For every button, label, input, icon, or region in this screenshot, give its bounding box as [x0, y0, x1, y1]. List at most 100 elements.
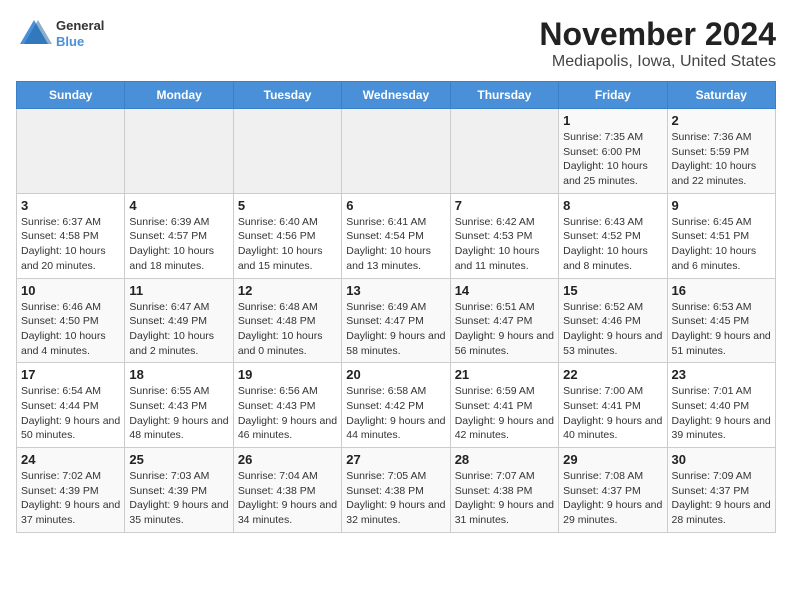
calendar-cell: 1 Sunrise: 7:35 AM Sunset: 6:00 PM Daylig… [559, 109, 667, 194]
day-info: Sunrise: 7:09 AM Sunset: 4:37 PM Dayligh… [672, 469, 771, 528]
day-info: Sunrise: 7:07 AM Sunset: 4:38 PM Dayligh… [455, 469, 554, 528]
day-number: 22 [563, 367, 662, 382]
day-info: Sunrise: 6:45 AM Sunset: 4:51 PM Dayligh… [672, 215, 771, 274]
calendar-week-row: 1 Sunrise: 7:35 AM Sunset: 6:00 PM Daylig… [17, 109, 776, 194]
calendar-cell [125, 109, 233, 194]
day-info: Sunrise: 6:58 AM Sunset: 4:42 PM Dayligh… [346, 384, 445, 443]
calendar-cell: 26 Sunrise: 7:04 AM Sunset: 4:38 PM Dayli… [233, 448, 341, 533]
day-info: Sunrise: 7:05 AM Sunset: 4:38 PM Dayligh… [346, 469, 445, 528]
page-title: November 2024 [539, 16, 776, 53]
weekday-label: Thursday [450, 82, 558, 109]
calendar-cell: 19 Sunrise: 6:56 AM Sunset: 4:43 PM Dayli… [233, 363, 341, 448]
day-info: Sunrise: 7:08 AM Sunset: 4:37 PM Dayligh… [563, 469, 662, 528]
calendar-cell: 17Sunrise: 6:54 AM Sunset: 4:44 PM Dayli… [17, 363, 125, 448]
calendar-cell: 16 Sunrise: 6:53 AM Sunset: 4:45 PM Dayli… [667, 278, 775, 363]
day-number: 7 [455, 198, 554, 213]
day-info: Sunrise: 6:48 AM Sunset: 4:48 PM Dayligh… [238, 300, 337, 359]
calendar-cell: 3Sunrise: 6:37 AM Sunset: 4:58 PM Daylig… [17, 193, 125, 278]
page-header: General Blue November 2024 Mediapolis, I… [16, 16, 776, 71]
day-number: 2 [672, 113, 771, 128]
day-number: 30 [672, 452, 771, 467]
day-info: Sunrise: 6:56 AM Sunset: 4:43 PM Dayligh… [238, 384, 337, 443]
calendar-cell: 5 Sunrise: 6:40 AM Sunset: 4:56 PM Daylig… [233, 193, 341, 278]
calendar-cell: 28 Sunrise: 7:07 AM Sunset: 4:38 PM Dayli… [450, 448, 558, 533]
day-number: 13 [346, 283, 445, 298]
day-number: 26 [238, 452, 337, 467]
day-info: Sunrise: 6:42 AM Sunset: 4:53 PM Dayligh… [455, 215, 554, 274]
calendar-cell [342, 109, 450, 194]
day-number: 1 [563, 113, 662, 128]
title-block: November 2024 Mediapolis, Iowa, United S… [539, 16, 776, 71]
day-info: Sunrise: 6:47 AM Sunset: 4:49 PM Dayligh… [129, 300, 228, 359]
day-info: Sunrise: 6:43 AM Sunset: 4:52 PM Dayligh… [563, 215, 662, 274]
calendar-cell: 29 Sunrise: 7:08 AM Sunset: 4:37 PM Dayli… [559, 448, 667, 533]
day-info: Sunrise: 6:53 AM Sunset: 4:45 PM Dayligh… [672, 300, 771, 359]
weekday-label: Wednesday [342, 82, 450, 109]
weekday-label: Tuesday [233, 82, 341, 109]
day-number: 28 [455, 452, 554, 467]
day-number: 27 [346, 452, 445, 467]
calendar-cell: 7 Sunrise: 6:42 AM Sunset: 4:53 PM Daylig… [450, 193, 558, 278]
calendar-week-row: 10 Sunrise: 6:46 AM Sunset: 4:50 PM Dayli… [17, 278, 776, 363]
day-info: Sunrise: 6:55 AM Sunset: 4:43 PM Dayligh… [129, 384, 228, 443]
calendar-cell: 2 Sunrise: 7:36 AM Sunset: 5:59 PM Daylig… [667, 109, 775, 194]
weekday-label: Saturday [667, 82, 775, 109]
day-number: 12 [238, 283, 337, 298]
weekday-header-row: SundayMondayTuesdayWednesdayThursdayFrid… [17, 82, 776, 109]
calendar-cell: 12 Sunrise: 6:48 AM Sunset: 4:48 PM Dayli… [233, 278, 341, 363]
calendar-body: 1 Sunrise: 7:35 AM Sunset: 6:00 PM Daylig… [17, 109, 776, 533]
calendar-cell: 8 Sunrise: 6:43 AM Sunset: 4:52 PM Daylig… [559, 193, 667, 278]
day-number: 10 [21, 283, 120, 298]
logo-line1: General [56, 18, 104, 34]
day-number: 8 [563, 198, 662, 213]
calendar-week-row: 24 Sunrise: 7:02 AM Sunset: 4:39 PM Dayli… [17, 448, 776, 533]
day-info: Sunrise: 6:40 AM Sunset: 4:56 PM Dayligh… [238, 215, 337, 274]
day-number: 29 [563, 452, 662, 467]
day-info: Sunrise: 6:51 AM Sunset: 4:47 PM Dayligh… [455, 300, 554, 359]
day-number: 19 [238, 367, 337, 382]
day-info: Sunrise: 6:59 AM Sunset: 4:41 PM Dayligh… [455, 384, 554, 443]
calendar-table: SundayMondayTuesdayWednesdayThursdayFrid… [16, 81, 776, 533]
day-info: Sunrise: 7:35 AM Sunset: 6:00 PM Dayligh… [563, 130, 662, 189]
day-info: Sunrise: 6:49 AM Sunset: 4:47 PM Dayligh… [346, 300, 445, 359]
logo: General Blue [16, 16, 104, 52]
calendar-cell: 22Sunrise: 7:00 AM Sunset: 4:41 PM Dayli… [559, 363, 667, 448]
page-subtitle: Mediapolis, Iowa, United States [539, 53, 776, 71]
calendar-cell: 6Sunrise: 6:41 AM Sunset: 4:54 PM Daylig… [342, 193, 450, 278]
calendar-cell: 13 Sunrise: 6:49 AM Sunset: 4:47 PM Dayli… [342, 278, 450, 363]
day-number: 21 [455, 367, 554, 382]
day-number: 24 [21, 452, 120, 467]
day-number: 5 [238, 198, 337, 213]
calendar-cell: 27 Sunrise: 7:05 AM Sunset: 4:38 PM Dayli… [342, 448, 450, 533]
calendar-cell: 21 Sunrise: 6:59 AM Sunset: 4:41 PM Dayli… [450, 363, 558, 448]
day-info: Sunrise: 7:04 AM Sunset: 4:38 PM Dayligh… [238, 469, 337, 528]
day-info: Sunrise: 6:39 AM Sunset: 4:57 PM Dayligh… [129, 215, 228, 274]
calendar-cell [17, 109, 125, 194]
calendar-cell: 10 Sunrise: 6:46 AM Sunset: 4:50 PM Dayli… [17, 278, 125, 363]
calendar-cell: 23 Sunrise: 7:01 AM Sunset: 4:40 PM Dayli… [667, 363, 775, 448]
day-number: 16 [672, 283, 771, 298]
calendar-cell: 15Sunrise: 6:52 AM Sunset: 4:46 PM Dayli… [559, 278, 667, 363]
calendar-cell: 11 Sunrise: 6:47 AM Sunset: 4:49 PM Dayli… [125, 278, 233, 363]
calendar-cell: 9 Sunrise: 6:45 AM Sunset: 4:51 PM Daylig… [667, 193, 775, 278]
day-number: 25 [129, 452, 228, 467]
day-number: 23 [672, 367, 771, 382]
calendar-cell: 14 Sunrise: 6:51 AM Sunset: 4:47 PM Dayli… [450, 278, 558, 363]
day-info: Sunrise: 7:36 AM Sunset: 5:59 PM Dayligh… [672, 130, 771, 189]
day-info: Sunrise: 6:54 AM Sunset: 4:44 PM Dayligh… [21, 384, 120, 443]
day-info: Sunrise: 7:01 AM Sunset: 4:40 PM Dayligh… [672, 384, 771, 443]
day-number: 14 [455, 283, 554, 298]
calendar-cell: 24 Sunrise: 7:02 AM Sunset: 4:39 PM Dayli… [17, 448, 125, 533]
day-info: Sunrise: 7:02 AM Sunset: 4:39 PM Dayligh… [21, 469, 120, 528]
weekday-label: Sunday [17, 82, 125, 109]
day-number: 9 [672, 198, 771, 213]
day-number: 11 [129, 283, 228, 298]
calendar-cell: 30 Sunrise: 7:09 AM Sunset: 4:37 PM Dayli… [667, 448, 775, 533]
day-number: 4 [129, 198, 228, 213]
day-info: Sunrise: 6:46 AM Sunset: 4:50 PM Dayligh… [21, 300, 120, 359]
day-number: 20 [346, 367, 445, 382]
weekday-label: Friday [559, 82, 667, 109]
calendar-cell: 25Sunrise: 7:03 AM Sunset: 4:39 PM Dayli… [125, 448, 233, 533]
day-info: Sunrise: 6:41 AM Sunset: 4:54 PM Dayligh… [346, 215, 445, 274]
logo-text: General Blue [56, 18, 104, 49]
